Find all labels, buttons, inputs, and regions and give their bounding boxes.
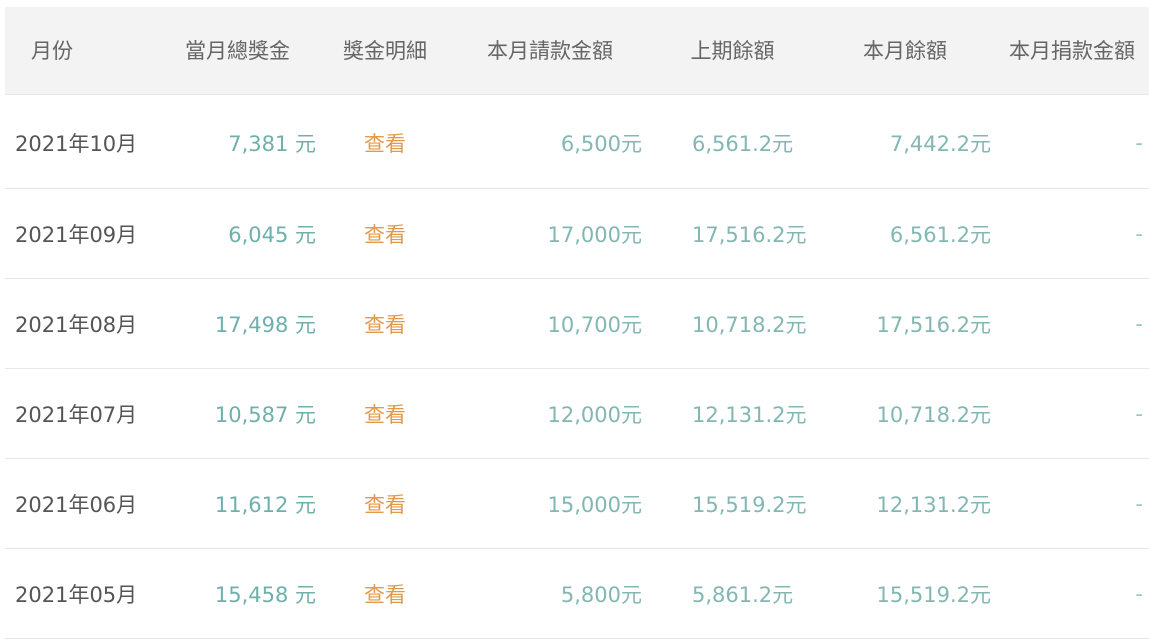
header-row: 月份 當月總獎金 獎金明細 本月請款金額 上期餘額 本月餘額 本月捐款金額 <box>5 7 1149 98</box>
cell-month: 2021年05月 <box>5 548 155 639</box>
cell-request-amount: 6,500元 <box>450 96 650 189</box>
table-row: 2021年10月 7,381 元 查看 6,500元 6,561.2元 7,44… <box>5 96 1149 189</box>
cell-prev-balance: 10,718.2元 <box>650 278 815 369</box>
cell-donation: - <box>995 368 1149 459</box>
cell-prev-balance: 5,861.2元 <box>650 548 815 639</box>
header-bonus-detail: 獎金明細 <box>320 7 450 98</box>
cell-request-amount: 15,000元 <box>450 458 650 549</box>
cell-detail: 查看 <box>320 96 450 189</box>
header-total-bonus: 當月總獎金 <box>155 7 320 98</box>
cell-month: 2021年07月 <box>5 368 155 459</box>
cell-current-balance: 17,516.2元 <box>815 278 995 369</box>
cell-current-balance: 6,561.2元 <box>815 188 995 279</box>
cell-prev-balance: 12,131.2元 <box>650 368 815 459</box>
bonus-table: 月份 當月總獎金 獎金明細 本月請款金額 上期餘額 本月餘額 本月捐款金額 20… <box>5 7 1149 639</box>
cell-total-bonus: 6,045 元 <box>155 188 320 279</box>
header-prev-balance: 上期餘額 <box>650 7 815 98</box>
cell-month: 2021年09月 <box>5 188 155 279</box>
view-detail-link[interactable]: 查看 <box>364 223 406 247</box>
cell-prev-balance: 6,561.2元 <box>650 96 815 189</box>
bonus-table-container: 月份 當月總獎金 獎金明細 本月請款金額 上期餘額 本月餘額 本月捐款金額 20… <box>5 7 1149 641</box>
table-header: 月份 當月總獎金 獎金明細 本月請款金額 上期餘額 本月餘額 本月捐款金額 <box>5 7 1149 98</box>
cell-request-amount: 12,000元 <box>450 368 650 459</box>
cell-request-amount: 10,700元 <box>450 278 650 369</box>
cell-donation: - <box>995 278 1149 369</box>
table-body: 2021年10月 7,381 元 查看 6,500元 6,561.2元 7,44… <box>5 96 1149 639</box>
header-request-amount: 本月請款金額 <box>450 7 650 98</box>
cell-donation: - <box>995 458 1149 549</box>
cell-request-amount: 5,800元 <box>450 548 650 639</box>
cell-total-bonus: 15,458 元 <box>155 548 320 639</box>
cell-donation: - <box>995 188 1149 279</box>
cell-detail: 查看 <box>320 368 450 459</box>
header-donation: 本月捐款金額 <box>995 7 1149 98</box>
view-detail-link[interactable]: 查看 <box>364 493 406 517</box>
cell-prev-balance: 15,519.2元 <box>650 458 815 549</box>
table-row: 2021年07月 10,587 元 查看 12,000元 12,131.2元 1… <box>5 368 1149 459</box>
cell-current-balance: 10,718.2元 <box>815 368 995 459</box>
view-detail-link[interactable]: 查看 <box>364 313 406 337</box>
view-detail-link[interactable]: 查看 <box>364 132 406 156</box>
cell-current-balance: 12,131.2元 <box>815 458 995 549</box>
table-row: 2021年06月 11,612 元 查看 15,000元 15,519.2元 1… <box>5 458 1149 549</box>
table-row: 2021年05月 15,458 元 查看 5,800元 5,861.2元 15,… <box>5 548 1149 639</box>
cell-donation: - <box>995 548 1149 639</box>
cell-current-balance: 7,442.2元 <box>815 96 995 189</box>
cell-detail: 查看 <box>320 458 450 549</box>
cell-detail: 查看 <box>320 278 450 369</box>
cell-prev-balance: 17,516.2元 <box>650 188 815 279</box>
header-month: 月份 <box>5 7 155 98</box>
table-row: 2021年08月 17,498 元 查看 10,700元 10,718.2元 1… <box>5 278 1149 369</box>
header-current-balance: 本月餘額 <box>815 7 995 98</box>
cell-detail: 查看 <box>320 188 450 279</box>
cell-month: 2021年08月 <box>5 278 155 369</box>
cell-donation: - <box>995 96 1149 189</box>
cell-detail: 查看 <box>320 548 450 639</box>
cell-total-bonus: 17,498 元 <box>155 278 320 369</box>
cell-month: 2021年06月 <box>5 458 155 549</box>
cell-total-bonus: 11,612 元 <box>155 458 320 549</box>
table-row: 2021年09月 6,045 元 查看 17,000元 17,516.2元 6,… <box>5 188 1149 279</box>
cell-month: 2021年10月 <box>5 96 155 189</box>
cell-total-bonus: 7,381 元 <box>155 96 320 189</box>
cell-current-balance: 15,519.2元 <box>815 548 995 639</box>
view-detail-link[interactable]: 查看 <box>364 403 406 427</box>
view-detail-link[interactable]: 查看 <box>364 583 406 607</box>
cell-total-bonus: 10,587 元 <box>155 368 320 459</box>
cell-request-amount: 17,000元 <box>450 188 650 279</box>
